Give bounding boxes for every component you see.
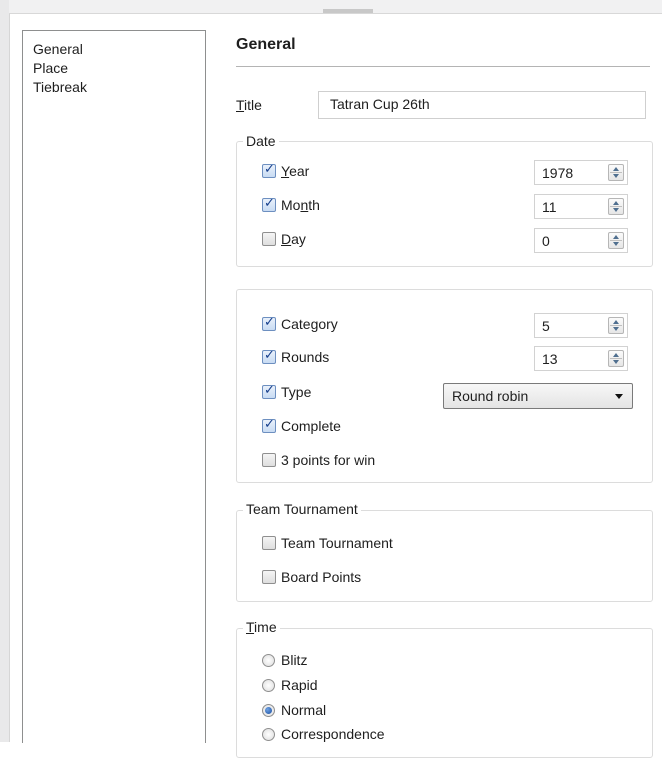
rounds-spin-arrows[interactable] (608, 350, 624, 367)
three-points-checkbox[interactable] (262, 453, 276, 467)
time-option-normal[interactable]: Normal (262, 702, 326, 718)
time-option-rapid[interactable]: Rapid (262, 677, 318, 693)
time-option-correspondence[interactable]: Correspondence (262, 726, 385, 742)
three-points-row: 3 points for win (262, 452, 375, 468)
board-points-checkbox[interactable] (262, 570, 276, 584)
section-heading: General (236, 36, 296, 53)
month-row: Month (262, 196, 320, 213)
complete-label: Complete (281, 418, 341, 434)
time-option-blitz[interactable]: Blitz (262, 652, 307, 668)
rounds-label: Rounds (281, 349, 330, 365)
time-legend-mnemonic: T (246, 619, 255, 635)
team-legend: Team Tournament (243, 501, 361, 517)
category-spin-arrows[interactable] (608, 317, 624, 334)
rounds-row: Rounds (262, 348, 330, 365)
team-tournament-checkbox[interactable] (262, 536, 276, 550)
title-label-text: itle (244, 97, 262, 113)
category-checkbox[interactable] (262, 315, 276, 331)
type-row: Type (262, 383, 312, 400)
window-frame-left (0, 0, 10, 742)
nav-item-place[interactable]: Place (33, 59, 68, 77)
day-spin-arrows[interactable] (608, 232, 624, 249)
day-checkbox[interactable] (262, 232, 276, 246)
type-dropdown-value: Round robin (452, 388, 529, 404)
window-frame-top (9, 0, 662, 14)
title-label: Title (236, 96, 262, 114)
complete-row: Complete (262, 417, 341, 434)
board-points-row: Board Points (262, 569, 361, 585)
year-spin-arrows[interactable] (608, 164, 624, 181)
day-value: 0 (542, 233, 550, 249)
blitz-radio[interactable] (262, 653, 275, 667)
time-legend-text: ime (254, 619, 277, 635)
team-tournament-row: Team Tournament (262, 535, 393, 551)
rounds-spinbox[interactable]: 13 (534, 346, 628, 371)
day-spinbox[interactable]: 0 (534, 228, 628, 253)
month-label-end: th (308, 197, 320, 213)
chevron-down-icon[interactable] (615, 394, 623, 399)
year-checkbox[interactable] (262, 162, 276, 178)
type-label: Type (281, 384, 312, 400)
time-legend: Time (243, 619, 280, 635)
nav-item-tiebreak[interactable]: Tiebreak (33, 78, 87, 96)
correspondence-radio[interactable] (262, 727, 275, 741)
title-label-mnemonic: T (236, 97, 245, 113)
heading-divider (236, 66, 650, 67)
type-dropdown[interactable]: Round robin (443, 383, 633, 409)
month-label: Month (281, 197, 320, 213)
nav-item-general[interactable]: General (33, 40, 83, 58)
year-row: Year (262, 162, 309, 179)
category-list[interactable]: General Place Tiebreak (22, 30, 206, 743)
category-label: Category (281, 316, 338, 332)
day-label: Day (281, 231, 306, 247)
date-legend: Date (243, 133, 279, 149)
month-checkbox[interactable] (262, 196, 276, 212)
complete-checkbox[interactable] (262, 417, 276, 433)
rounds-value: 13 (542, 351, 558, 367)
year-value: 1978 (542, 165, 574, 181)
frame-marker (323, 9, 373, 13)
day-row: Day (262, 231, 306, 247)
category-row: Category (262, 315, 338, 332)
normal-radio[interactable] (262, 703, 275, 717)
month-value: 11 (542, 199, 557, 215)
year-label-text: ear (289, 163, 310, 179)
month-spin-arrows[interactable] (608, 198, 624, 215)
normal-label: Normal (281, 702, 327, 718)
month-spinbox[interactable]: 11 (534, 194, 628, 219)
month-label-start: Mo (281, 197, 301, 213)
board-points-label: Board Points (281, 569, 362, 585)
category-value: 5 (542, 318, 550, 334)
type-checkbox[interactable] (262, 383, 276, 399)
day-label-text: ay (291, 231, 306, 247)
rounds-checkbox[interactable] (262, 348, 276, 364)
year-label: Year (281, 163, 309, 179)
year-spinbox[interactable]: 1978 (534, 160, 628, 185)
team-tournament-label: Team Tournament (281, 535, 393, 551)
correspondence-label: Correspondence (281, 726, 385, 742)
year-label-mnemonic: Y (281, 163, 290, 179)
three-points-label: 3 points for win (281, 452, 376, 468)
rapid-label: Rapid (281, 677, 318, 693)
day-label-mnemonic: D (281, 231, 292, 247)
category-spinbox[interactable]: 5 (534, 313, 628, 338)
rapid-radio[interactable] (262, 678, 275, 692)
title-input[interactable]: Tatran Cup 26th (318, 91, 646, 119)
blitz-label: Blitz (281, 652, 308, 668)
team-group (236, 510, 653, 602)
